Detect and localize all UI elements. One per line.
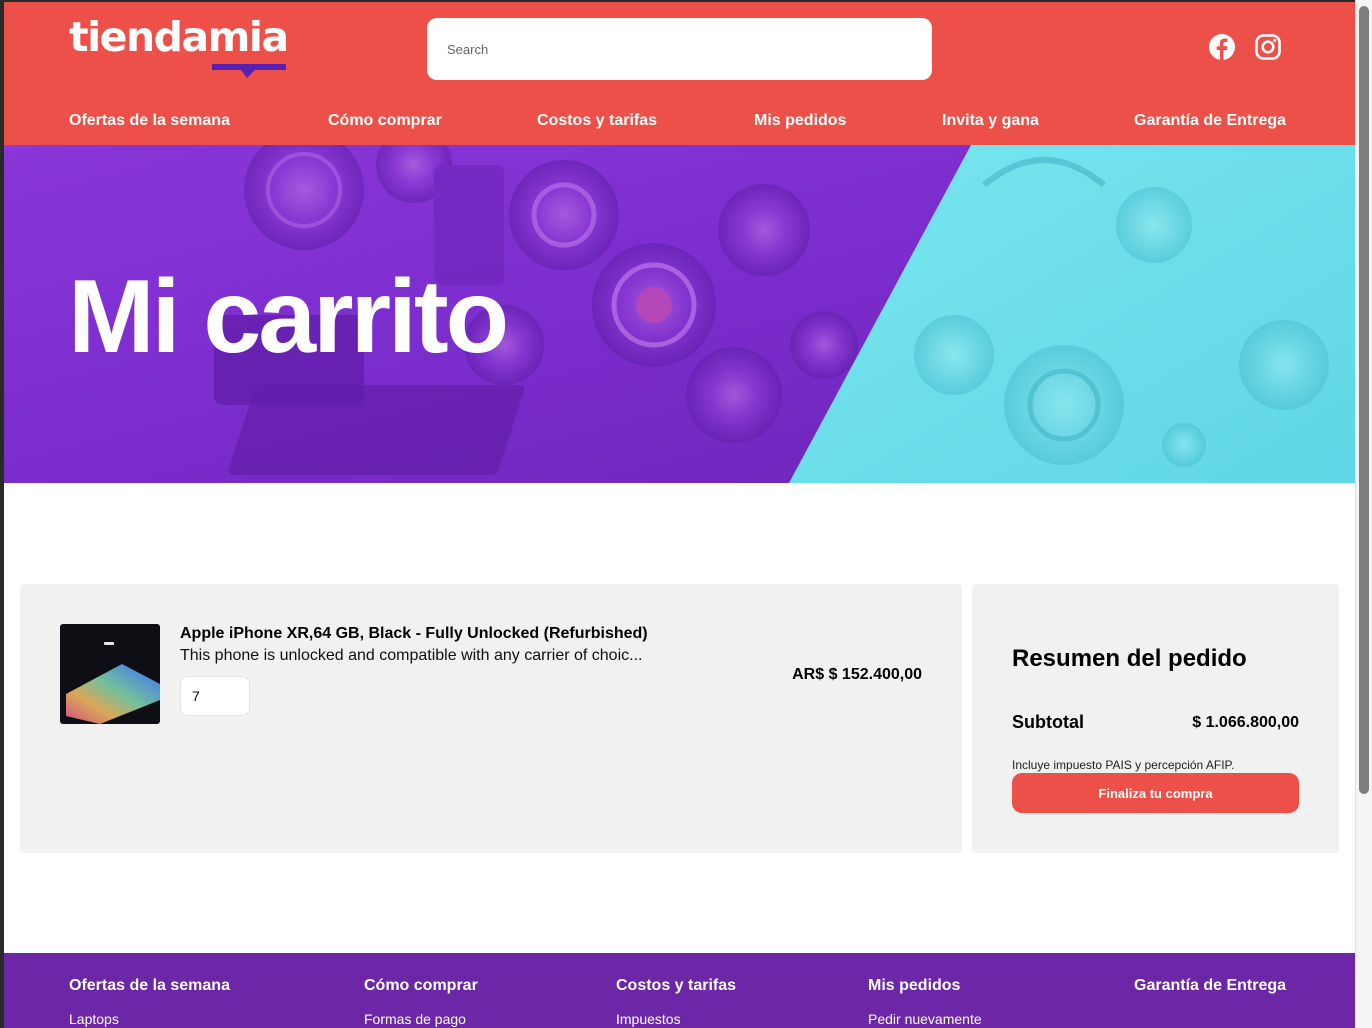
- tiendamia-logo[interactable]: tiendamia: [69, 10, 291, 78]
- checkout-button[interactable]: Finaliza tu compra: [1012, 773, 1299, 813]
- footer-heading[interactable]: Mis pedidos: [868, 977, 982, 995]
- nav-item-costos[interactable]: Costos y tarifas: [537, 112, 657, 130]
- product-price: AR$ $ 152.400,00: [792, 666, 922, 683]
- footer-heading[interactable]: Garantía de Entrega: [1134, 977, 1286, 995]
- site-footer: Ofertas de la semana Laptops Cómo compra…: [4, 953, 1355, 1028]
- nav-item-invita[interactable]: Invita y gana: [942, 112, 1039, 130]
- facebook-icon[interactable]: [1208, 33, 1236, 61]
- footer-heading[interactable]: Ofertas de la semana: [69, 977, 230, 995]
- nav-item-ofertas[interactable]: Ofertas de la semana: [69, 112, 230, 130]
- product-image[interactable]: [60, 624, 160, 724]
- tax-note: Incluye impuesto PAIS y percepción AFIP.: [1012, 758, 1235, 772]
- footer-link[interactable]: Pedir nuevamente: [868, 1011, 982, 1027]
- subtotal-label: Subtotal: [1012, 712, 1084, 732]
- product-description: This phone is unlocked and compatible wi…: [180, 647, 643, 664]
- footer-column-garantia: Garantía de Entrega: [1134, 977, 1286, 995]
- summary-title: Resumen del pedido: [1012, 645, 1247, 672]
- site-header: tiendamia Ofertas de la semana Cómo comp…: [4, 2, 1355, 145]
- footer-heading[interactable]: Cómo comprar: [364, 977, 478, 995]
- scrollbar-thumb[interactable]: [1359, 6, 1369, 794]
- footer-column-costos: Costos y tarifas Impuestos: [616, 977, 736, 1027]
- footer-link[interactable]: Impuestos: [616, 1011, 736, 1027]
- order-summary-panel: Resumen del pedido Subtotal $ 1.066.800,…: [972, 584, 1339, 853]
- footer-link[interactable]: Laptops: [69, 1011, 230, 1027]
- footer-column-como-comprar: Cómo comprar Formas de pago: [364, 977, 478, 1027]
- logo-smile-icon: [212, 64, 286, 78]
- footer-column-ofertas: Ofertas de la semana Laptops: [69, 977, 230, 1027]
- footer-link[interactable]: Formas de pago: [364, 1011, 478, 1027]
- footer-column-mis-pedidos: Mis pedidos Pedir nuevamente: [868, 977, 982, 1027]
- quantity-input[interactable]: [180, 676, 250, 716]
- main-nav: Ofertas de la semana Cómo comprar Costos…: [4, 112, 1355, 138]
- nav-item-mis-pedidos[interactable]: Mis pedidos: [754, 112, 846, 130]
- nav-item-garantia[interactable]: Garantía de Entrega: [1134, 112, 1286, 130]
- search-input[interactable]: [427, 18, 932, 80]
- subtotal-value: $ 1.066.800,00: [1192, 714, 1299, 731]
- hero-banner: Mi carrito: [4, 145, 1355, 483]
- logo-text: tiendamia: [69, 13, 289, 61]
- instagram-icon[interactable]: [1254, 33, 1282, 61]
- cart-items-panel: Apple iPhone XR,64 GB, Black - Fully Unl…: [20, 584, 962, 853]
- footer-heading[interactable]: Costos y tarifas: [616, 977, 736, 995]
- product-title[interactable]: Apple iPhone XR,64 GB, Black - Fully Unl…: [180, 625, 648, 643]
- nav-item-como-comprar[interactable]: Cómo comprar: [328, 112, 442, 130]
- page-title: Mi carrito: [68, 259, 509, 375]
- page-viewport: tiendamia Ofertas de la semana Cómo comp…: [4, 2, 1355, 1028]
